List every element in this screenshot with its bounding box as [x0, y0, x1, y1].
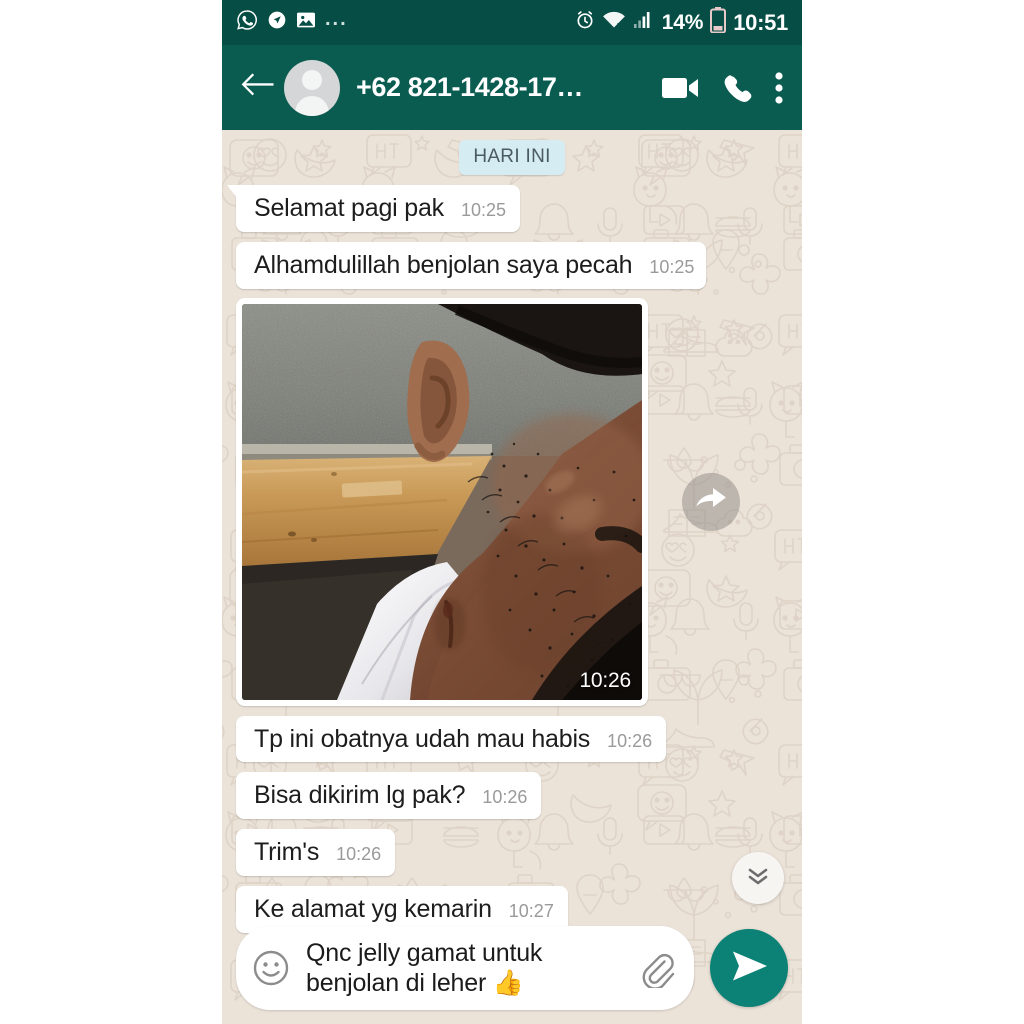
image-icon [296, 11, 316, 34]
scroll-to-bottom-button[interactable] [732, 852, 784, 904]
phone-call-icon[interactable] [722, 73, 752, 103]
header-actions [662, 71, 788, 105]
whatsapp-icon [236, 9, 258, 36]
message-timestamp: 10:25 [649, 256, 695, 277]
message-row: Alhamdulillah benjolan saya pecah 10:25 [236, 241, 788, 289]
back-button[interactable] [240, 72, 280, 103]
android-status-bar: ... 14% 10:51 [222, 0, 802, 45]
back-arrow-icon [240, 72, 274, 103]
message-bubble[interactable]: Trim's 10:26 [236, 829, 396, 876]
date-badge: HARI INI [459, 140, 565, 175]
image-timestamp: 10:26 [579, 668, 631, 692]
overflow-menu-icon[interactable] [774, 71, 784, 105]
message-timestamp: 10:26 [336, 844, 382, 864]
send-icon [729, 948, 769, 989]
message-text: Trim's [254, 838, 320, 866]
status-bar-notifications: ... [236, 9, 575, 36]
send-button[interactable] [710, 929, 788, 1007]
chat-messages-container: HARI INI Selamat pagi pak 10:25 Alhamdul… [222, 130, 802, 1024]
avatar-placeholder-icon [284, 60, 340, 116]
video-call-icon[interactable] [662, 75, 700, 101]
paperclip-icon[interactable] [636, 948, 680, 988]
double-chevron-down-icon [745, 865, 771, 892]
message-text: Tp ini obatnya udah mau habis [254, 724, 591, 753]
chat-header: +62 821-1428-17… [222, 45, 802, 130]
message-row: Bisa dikirim lg pak? 10:26 [236, 772, 788, 819]
message-text: Bisa dikirim lg pak? [254, 781, 466, 810]
screenshot-root: ... 14% 10:51 +62 821-1428-17… HARI INI … [0, 0, 1024, 1024]
image-message-bubble[interactable]: 10:26 [236, 297, 648, 706]
message-row: Trim's 10:26 [236, 829, 788, 876]
message-row: Selamat pagi pak 10:25 [226, 185, 788, 232]
emoji-smiley-icon[interactable] [252, 949, 290, 987]
wifi-icon [602, 10, 626, 35]
status-bar-clock: 10:51 [733, 9, 788, 35]
message-input-container[interactable]: Qnc jelly gamat untuk benjolan di leher … [236, 926, 694, 1010]
message-bubble[interactable]: Bisa dikirim lg pak? 10:26 [236, 772, 542, 819]
message-row: Tp ini obatnya udah mau habis 10:26 [236, 715, 788, 763]
message-timestamp: 10:25 [460, 200, 507, 220]
avatar[interactable] [284, 59, 340, 116]
message-text: Selamat pagi pak [254, 194, 444, 222]
alarm-icon [575, 10, 595, 35]
battery-icon [710, 7, 727, 38]
battery-percent-label: 14% [661, 10, 704, 34]
message-bubble[interactable]: Tp ini obatnya udah mau habis 10:26 [236, 715, 667, 763]
more-notifications-icon: ... [325, 7, 348, 30]
message-input[interactable]: Qnc jelly gamat untuk benjolan di leher … [300, 938, 626, 999]
page-title[interactable]: +62 821-1428-17… [356, 72, 662, 103]
message-input-bar: Qnc jelly gamat untuk benjolan di leher … [222, 920, 802, 1024]
signal-icon [633, 11, 655, 35]
message-bubble[interactable]: Selamat pagi pak 10:25 [226, 185, 521, 232]
message-photo[interactable]: 10:26 [242, 303, 642, 700]
whatsapp-chat-screen: ... 14% 10:51 +62 821-1428-17… HARI INI … [222, 0, 802, 1024]
image-message-row: 10:26 [236, 297, 788, 706]
message-timestamp: 10:26 [607, 730, 653, 751]
message-timestamp: 10:26 [482, 787, 528, 808]
date-divider: HARI INI [236, 130, 788, 175]
message-timestamp: 10:27 [508, 900, 554, 921]
forward-arrow-icon [694, 484, 728, 519]
message-bubble[interactable]: Alhamdulillah benjolan saya pecah 10:25 [236, 241, 706, 289]
chat-message-list[interactable]: HARI INI Selamat pagi pak 10:25 Alhamdul… [222, 130, 802, 1024]
navigation-icon [267, 10, 287, 35]
status-bar-system-icons: 14% 10:51 [575, 7, 788, 38]
message-text: Alhamdulillah benjolan saya pecah [254, 250, 633, 279]
forward-button[interactable] [682, 472, 740, 531]
